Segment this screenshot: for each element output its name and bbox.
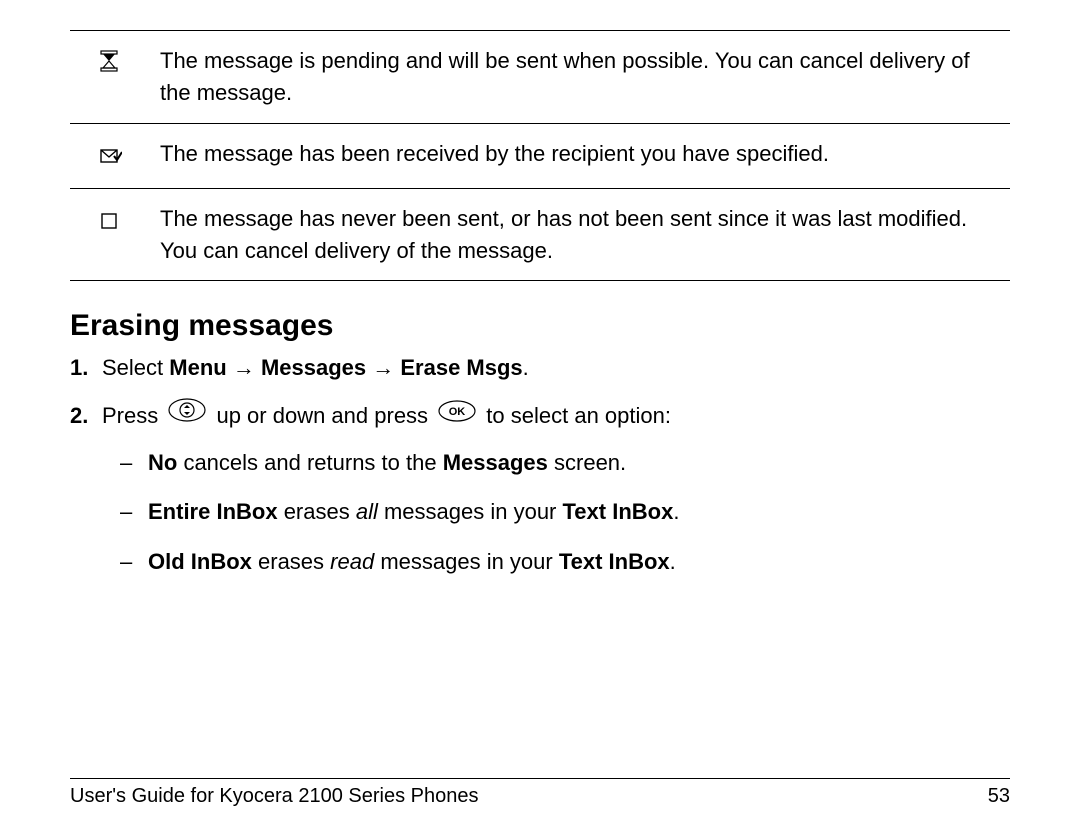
page-content: The message is pending and will be sent … bbox=[0, 0, 1080, 580]
status-table: The message is pending and will be sent … bbox=[70, 31, 1010, 281]
section-heading: Erasing messages bbox=[70, 309, 1010, 343]
step-text: Select Menu → Messages → Erase Msgs. bbox=[102, 355, 529, 380]
envelope-check-icon bbox=[70, 123, 160, 188]
step-number: 1. bbox=[70, 349, 88, 386]
steps-list: 1. Select Menu → Messages → Erase Msgs. … bbox=[70, 349, 1010, 579]
empty-box-icon bbox=[70, 188, 160, 281]
sublist: – No cancels and returns to the Messages… bbox=[102, 444, 1010, 580]
nav-key-icon bbox=[168, 396, 206, 433]
footer-rule bbox=[70, 778, 1010, 779]
list-item: – No cancels and returns to the Messages… bbox=[102, 444, 1010, 481]
table-row: The message is pending and will be sent … bbox=[70, 31, 1010, 123]
hourglass-icon bbox=[70, 31, 160, 123]
table-row: The message has never been sent, or has … bbox=[70, 188, 1010, 281]
list-item: – Old InBox erases read messages in your… bbox=[102, 543, 1010, 580]
step-number: 2. bbox=[70, 397, 88, 434]
list-item: 1. Select Menu → Messages → Erase Msgs. bbox=[70, 349, 1010, 386]
ok-key-icon: OK bbox=[438, 396, 476, 433]
footer-title: User's Guide for Kyocera 2100 Series Pho… bbox=[70, 785, 478, 808]
step-text: Press up or down and press OK to select … bbox=[102, 403, 671, 428]
status-text: The message is pending and will be sent … bbox=[160, 31, 1010, 123]
table-row: The message has been received by the rec… bbox=[70, 123, 1010, 188]
status-text: The message has been received by the rec… bbox=[160, 123, 1010, 188]
page-footer: User's Guide for Kyocera 2100 Series Pho… bbox=[70, 768, 1010, 808]
list-item: – Entire InBox erases all messages in yo… bbox=[102, 493, 1010, 530]
svg-text:OK: OK bbox=[449, 406, 466, 418]
list-item: 2. Press up or down and press OK to sele… bbox=[70, 397, 1010, 580]
status-text: The message has never been sent, or has … bbox=[160, 188, 1010, 281]
page-number: 53 bbox=[988, 785, 1010, 808]
